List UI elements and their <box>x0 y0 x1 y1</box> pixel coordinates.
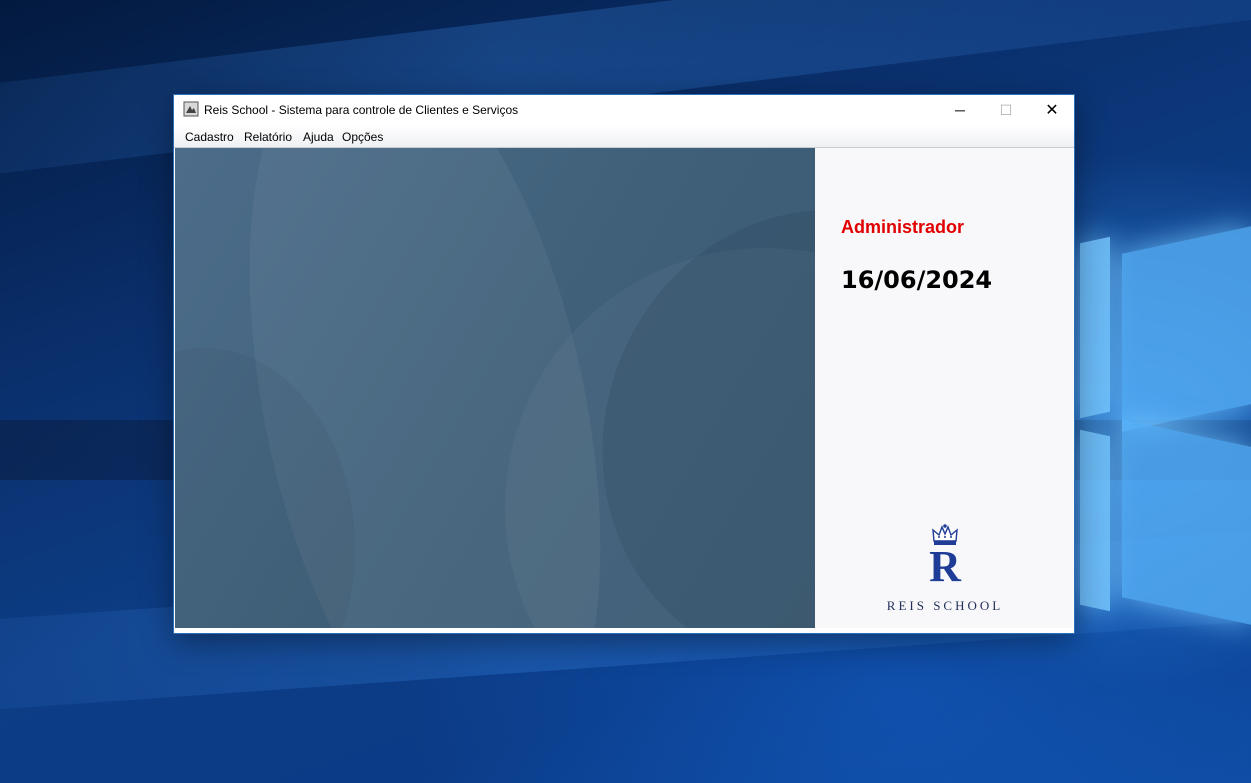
info-panel: Administrador 16/06/2024 R REIS SCHOOL <box>815 148 1073 628</box>
menu-relatorio[interactable]: Relatório <box>244 130 292 144</box>
desktop-pane <box>175 148 815 628</box>
date-label: 16/06/2024 <box>841 266 993 294</box>
windows-logo-pane <box>1122 226 1251 432</box>
windows-logo-pane <box>1080 236 1110 419</box>
content-area: Administrador 16/06/2024 R REIS SCHOOL <box>175 148 1073 628</box>
menu-opcoes[interactable]: Opções <box>342 130 383 144</box>
windows-logo-pane <box>1080 429 1110 612</box>
close-button[interactable]: ✕ <box>1029 95 1075 125</box>
brand-name: REIS SCHOOL <box>886 598 1004 613</box>
maximize-button[interactable]: ☐ <box>983 95 1029 125</box>
windows-logo-pane <box>1122 419 1251 625</box>
maximize-icon: ☐ <box>999 101 1013 118</box>
brand-initial: R <box>929 542 961 591</box>
title-bar[interactable]: Reis School - Sistema para controle de C… <box>174 95 1074 125</box>
brand-logo: R REIS SCHOOL <box>855 523 1035 618</box>
window-title: Reis School - Sistema para controle de C… <box>204 103 519 117</box>
minimize-button[interactable]: ─ <box>937 95 983 125</box>
main-window: Reis School - Sistema para controle de C… <box>174 95 1074 633</box>
window-bottom-border <box>175 628 1073 633</box>
menu-bar: Cadastro Relatório Ajuda Opções <box>174 125 1074 148</box>
close-icon: ✕ <box>1045 102 1059 119</box>
java-app-icon[interactable] <box>183 101 199 117</box>
minimize-icon: ─ <box>955 102 965 118</box>
menu-cadastro[interactable]: Cadastro <box>185 130 234 144</box>
user-label: Administrador <box>841 217 965 237</box>
menu-ajuda[interactable]: Ajuda <box>303 130 334 144</box>
